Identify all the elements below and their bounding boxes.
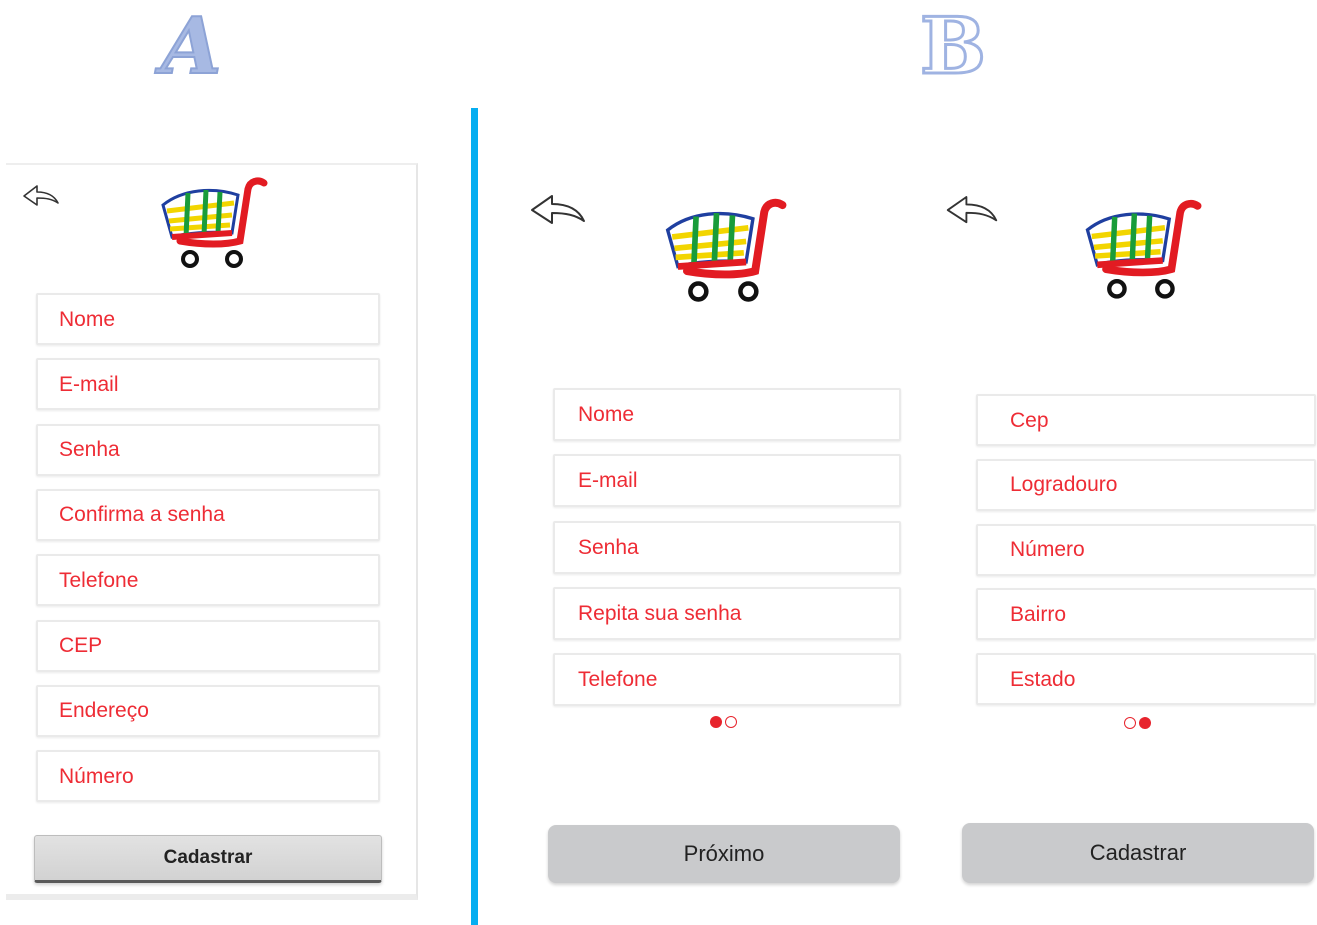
field-placeholder: Logradouro [1010, 473, 1118, 497]
cep-field[interactable]: CEP [36, 619, 380, 672]
back-arrow-icon[interactable] [528, 191, 588, 236]
version-b-label: B [919, 0, 988, 93]
logradouro-field[interactable]: Logradouro [976, 458, 1316, 511]
field-placeholder: Endereço [59, 699, 149, 723]
endereco-field[interactable]: Endereço [36, 684, 380, 737]
back-arrow-icon[interactable] [944, 191, 1000, 236]
telefone-field[interactable]: Telefone [553, 653, 901, 707]
field-placeholder: CEP [59, 634, 103, 657]
page-dot [725, 716, 737, 728]
shopping-cart-logo [158, 175, 268, 275]
shopping-cart-logo [1082, 197, 1202, 306]
field-placeholder: Número [59, 764, 134, 788]
version-a-registration-form: Nome E-mail Senha Confirma a senha Telefone C… [6, 163, 418, 900]
page-dot-active [1139, 717, 1151, 729]
field-placeholder: Repita sua senha [578, 601, 742, 625]
field-placeholder: Cep [1010, 408, 1049, 432]
estado-field[interactable]: Estado [976, 653, 1316, 706]
numero-field[interactable]: Número [976, 523, 1316, 576]
page-indicator [1124, 717, 1151, 729]
field-placeholder: Nome [59, 307, 116, 331]
bairro-field[interactable]: Bairro [976, 588, 1316, 641]
page-indicator [710, 716, 737, 728]
field-placeholder: Nome [578, 403, 635, 426]
senha-field[interactable]: Senha [36, 423, 380, 476]
senha-field[interactable]: Senha [553, 520, 901, 574]
version-b-step2-form: Cep Logradouro Número Bairro Estado Cadastra… [936, 175, 1317, 890]
next-button[interactable]: Próximo [548, 825, 900, 883]
shopping-cart-logo [662, 195, 787, 310]
field-placeholder: Senha [59, 438, 120, 462]
field-placeholder: Telefone [59, 568, 139, 592]
field-placeholder: E-mail [578, 469, 638, 493]
field-placeholder: Telefone [578, 668, 658, 692]
page-dot-active [710, 716, 722, 728]
field-placeholder: Senha [578, 535, 639, 559]
panel-divider [471, 108, 478, 925]
register-button[interactable]: Cadastrar [962, 823, 1314, 883]
register-button[interactable]: Cadastrar [34, 835, 382, 883]
nome-field[interactable]: Nome [553, 388, 901, 441]
field-placeholder: Estado [1010, 667, 1076, 691]
e-mail-field[interactable]: E-mail [553, 454, 901, 508]
field-placeholder: Número [1010, 538, 1085, 562]
page-dot [1124, 717, 1136, 729]
back-arrow-icon[interactable] [20, 181, 62, 218]
repita-sua-senha-field[interactable]: Repita sua senha [553, 586, 901, 640]
field-placeholder: Confirma a senha [59, 503, 225, 527]
confirma-a-senha-field[interactable]: Confirma a senha [36, 488, 380, 541]
numero-field[interactable]: Número [36, 750, 380, 803]
cep-field[interactable]: Cep [976, 394, 1316, 446]
telefone-field[interactable]: Telefone [36, 554, 380, 607]
e-mail-field[interactable]: E-mail [36, 358, 380, 411]
field-placeholder: E-mail [59, 372, 119, 396]
field-placeholder: Bairro [1010, 602, 1067, 626]
nome-field[interactable]: Nome [36, 293, 380, 345]
version-a-label: A [160, 1, 223, 93]
version-b-step1-form: Nome E-mail Senha Repita sua senha Telefone … [531, 175, 912, 890]
